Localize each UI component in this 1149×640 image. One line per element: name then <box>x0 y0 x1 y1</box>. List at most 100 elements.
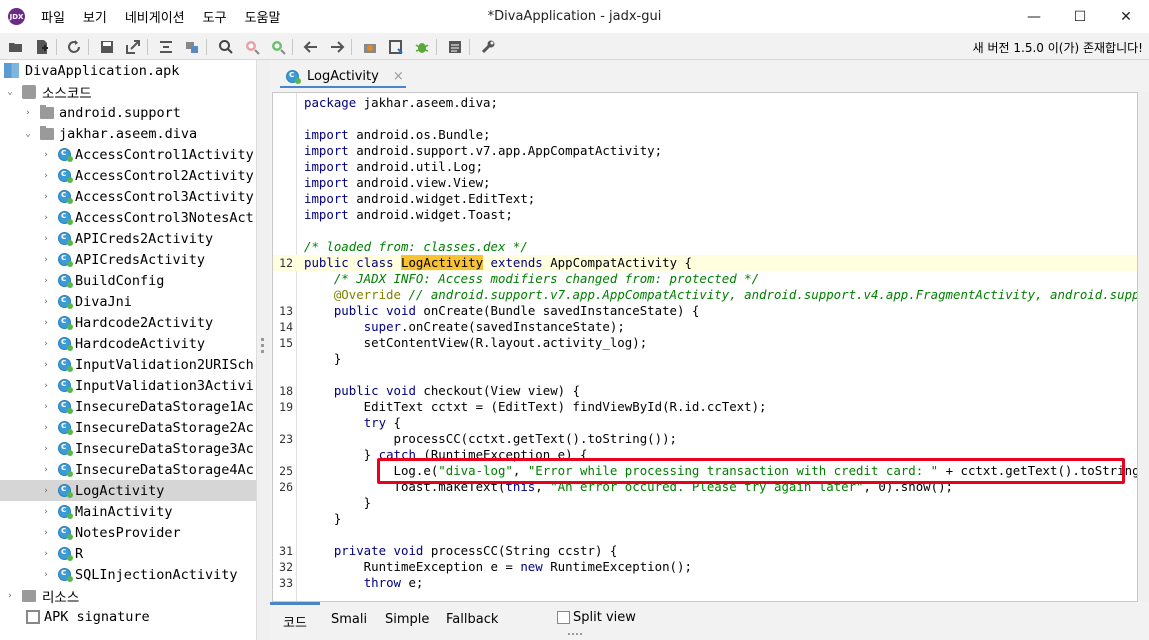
expand-chevron-icon[interactable]: › <box>40 354 52 375</box>
expand-chevron-icon[interactable]: › <box>40 480 52 501</box>
flatten-packages-icon[interactable] <box>182 37 202 57</box>
tree-class-item[interactable]: › c InputValidation2URISch <box>0 354 256 375</box>
maximize-button[interactable]: ☐ <box>1057 0 1103 33</box>
tree-class-item[interactable]: › c AccessControl2Activity <box>0 165 256 186</box>
expand-chevron-icon[interactable]: › <box>40 291 52 312</box>
tree-resources[interactable]: › 리소스 <box>0 585 256 606</box>
tree-class-item[interactable]: › c Hardcode2Activity <box>0 312 256 333</box>
tree-class-item[interactable]: › c NotesProvider <box>0 522 256 543</box>
expand-chevron-icon[interactable]: › <box>40 270 52 291</box>
editor-vertical-scrollbar[interactable] <box>1138 92 1149 602</box>
expand-chevron-icon[interactable]: › <box>40 165 52 186</box>
forward-icon[interactable] <box>327 37 347 57</box>
tree-package[interactable]: › android.support <box>0 102 256 123</box>
open-file-icon[interactable] <box>6 37 26 57</box>
tree-class-item[interactable]: › c APICreds2Activity <box>0 228 256 249</box>
tree-class-item[interactable]: › c AccessControl3NotesAct <box>0 207 256 228</box>
log-viewer-icon[interactable] <box>386 37 406 57</box>
tab-simple[interactable]: Simple <box>385 612 429 627</box>
expand-chevron-icon[interactable]: › <box>40 186 52 207</box>
expand-chevron-icon[interactable]: › <box>4 585 16 606</box>
project-tree: DivaApplication.apk ⌄ 소스코드 › android.support… <box>0 60 256 640</box>
expand-chevron-icon[interactable]: › <box>40 564 52 585</box>
menu-tools[interactable]: 도구 <box>194 7 236 26</box>
tree-class-item[interactable]: › c DivaJni <box>0 291 256 312</box>
export-icon[interactable] <box>123 37 143 57</box>
code-line: 13 public void onCreate(Bundle savedInst… <box>273 303 1137 319</box>
expand-chevron-icon[interactable]: › <box>40 333 52 354</box>
expand-chevron-icon[interactable]: › <box>40 417 52 438</box>
expand-chevron-icon[interactable]: ⌄ <box>22 123 34 144</box>
tree-class-item[interactable]: › c APICredsActivity <box>0 249 256 270</box>
code-editor[interactable]: package jakhar.aseem.diva; import android… <box>272 92 1138 602</box>
tree-item-label: AccessControl3NotesAct <box>75 209 254 226</box>
tab-logactivity[interactable]: c LogActivity × <box>280 64 406 88</box>
class-icon: c <box>58 253 73 267</box>
save-all-icon[interactable] <box>97 37 117 57</box>
expand-chevron-icon[interactable]: › <box>40 438 52 459</box>
tree-class-item[interactable]: › c LogActivity <box>0 480 256 501</box>
expand-chevron-icon[interactable]: › <box>40 522 52 543</box>
minimize-button[interactable]: — <box>1011 0 1057 33</box>
tree-class-item[interactable]: › c SQLInjectionActivity <box>0 564 256 585</box>
line-number: 19 <box>279 400 293 414</box>
tree-class-item[interactable]: › c AccessControl3Activity <box>0 186 256 207</box>
add-file-icon[interactable] <box>32 37 52 57</box>
line-number: 25 <box>279 464 293 478</box>
code-text: import android.os.Bundle; <box>304 127 491 142</box>
menu-view[interactable]: 보기 <box>74 7 116 26</box>
tree-class-item[interactable]: › c InsecureDataStorage4Ac <box>0 459 256 480</box>
code-text: RuntimeException e = new RuntimeExceptio… <box>304 559 692 574</box>
preferences-icon[interactable] <box>478 37 498 57</box>
find-class-icon[interactable] <box>268 37 288 57</box>
tab-smali[interactable]: Smali <box>331 612 367 627</box>
expand-chevron-icon[interactable]: › <box>40 396 52 417</box>
tree-apk-signature[interactable]: APK signature <box>0 606 256 627</box>
class-icon: c <box>58 484 73 498</box>
tree-class-item[interactable]: › c R <box>0 543 256 564</box>
expand-chevron-icon[interactable]: › <box>40 228 52 249</box>
close-button[interactable]: ✕ <box>1103 0 1149 33</box>
expand-chevron-icon[interactable]: › <box>40 375 52 396</box>
deobfuscation-icon[interactable] <box>360 37 380 57</box>
expand-chevron-icon[interactable]: › <box>40 207 52 228</box>
expand-chevron-icon[interactable]: › <box>40 459 52 480</box>
close-tab-icon[interactable]: × <box>393 69 404 84</box>
tree-item-label: AccessControl3Activity <box>75 188 254 205</box>
tree-class-item[interactable]: › c AccessControl1Activity <box>0 144 256 165</box>
show-log-icon[interactable] <box>445 37 465 57</box>
tree-splitter[interactable] <box>256 60 270 640</box>
back-icon[interactable] <box>301 37 321 57</box>
expand-chevron-icon[interactable]: › <box>22 102 34 123</box>
search-icon[interactable] <box>216 37 236 57</box>
tree-class-item[interactable]: › c InsecureDataStorage2Ac <box>0 417 256 438</box>
expand-chevron-icon[interactable]: › <box>40 312 52 333</box>
tree-class-item[interactable]: › c HardcodeActivity <box>0 333 256 354</box>
find-usage-icon[interactable] <box>242 37 262 57</box>
tree-package[interactable]: ⌄ jakhar.aseem.diva <box>0 123 256 144</box>
expand-chevron-icon[interactable]: › <box>40 144 52 165</box>
sync-icon[interactable] <box>156 37 176 57</box>
tab-fallback[interactable]: Fallback <box>446 612 498 627</box>
debug-icon[interactable] <box>412 37 432 57</box>
class-icon: c <box>58 421 73 435</box>
menu-file[interactable]: 파일 <box>32 7 74 26</box>
tree-class-item[interactable]: › c MainActivity <box>0 501 256 522</box>
tree-class-item[interactable]: › c InsecureDataStorage1Ac <box>0 396 256 417</box>
reload-icon[interactable] <box>64 37 84 57</box>
tree-class-item[interactable]: › c BuildConfig <box>0 270 256 291</box>
tree-source-code[interactable]: ⌄ 소스코드 <box>0 81 256 102</box>
tab-code[interactable]: 코드 <box>283 612 307 631</box>
split-view-checkbox[interactable] <box>557 611 570 624</box>
expand-chevron-icon[interactable]: › <box>40 501 52 522</box>
tree-class-item[interactable]: › c InsecureDataStorage3Ac <box>0 438 256 459</box>
expand-chevron-icon[interactable]: › <box>40 249 52 270</box>
tree-root-apk[interactable]: DivaApplication.apk <box>0 60 256 81</box>
code-line: 32 RuntimeException e = new RuntimeExcep… <box>273 559 1137 575</box>
expand-chevron-icon[interactable]: ⌄ <box>4 81 16 102</box>
update-available-notice[interactable]: 새 버전 1.5.0 이(가) 존재합니다! <box>973 39 1143 56</box>
expand-chevron-icon[interactable]: › <box>40 543 52 564</box>
menu-help[interactable]: 도움말 <box>236 7 290 26</box>
menu-navigation[interactable]: 네비게이션 <box>116 7 194 26</box>
tree-class-item[interactable]: › c InputValidation3Activi <box>0 375 256 396</box>
